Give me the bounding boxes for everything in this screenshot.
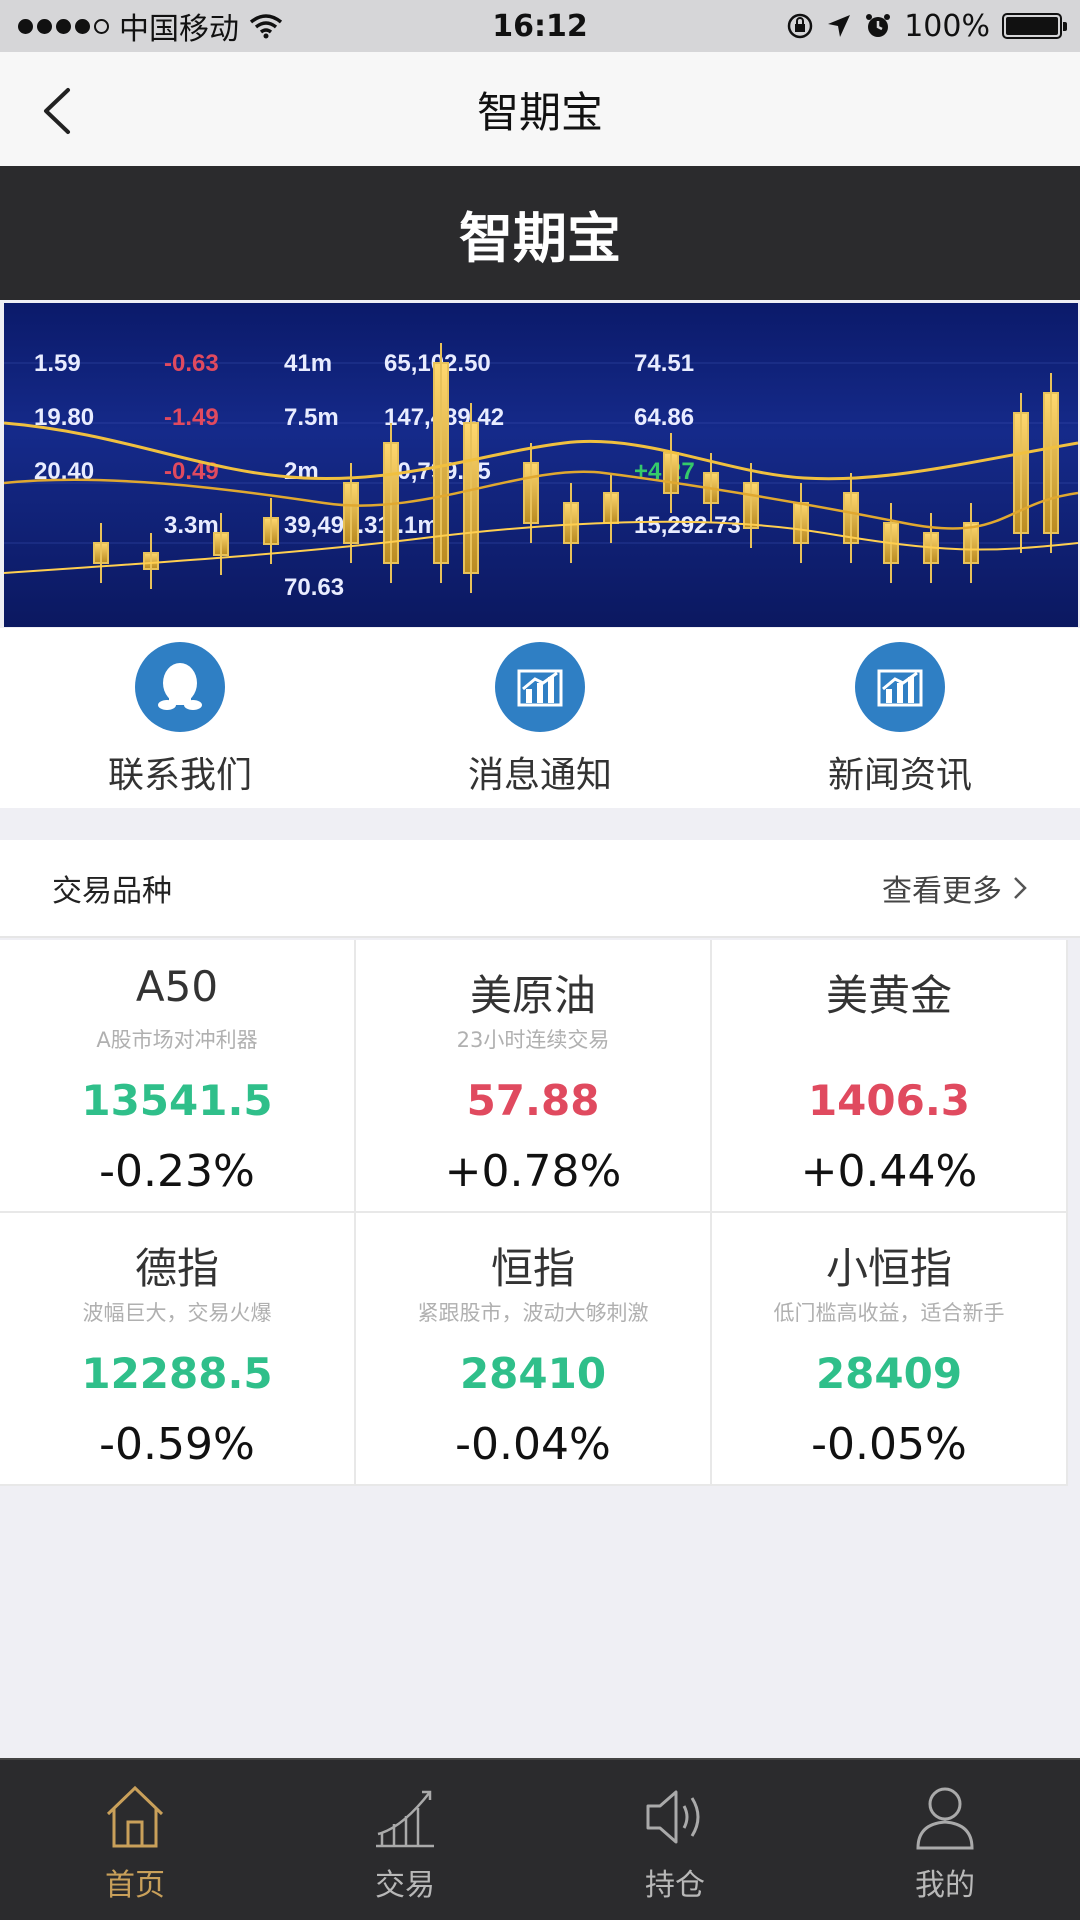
product-change: +0.44% xyxy=(800,1146,978,1197)
tab-me[interactable]: 我的 xyxy=(810,1760,1080,1920)
speaker-icon xyxy=(646,1790,700,1844)
product-price: 57.88 xyxy=(466,1076,600,1125)
chevron-right-icon xyxy=(1014,877,1027,899)
product-desc: 波幅巨大，交易火爆 xyxy=(82,1301,272,1325)
tab-label: 持仓 xyxy=(645,1868,705,1903)
banner-ticker-text: 7.5m xyxy=(284,404,339,431)
banner-ticker-text: 39,498.31 xyxy=(284,512,391,539)
product-name: 小恒指 xyxy=(825,1244,952,1293)
carrier-name: 中国移动 xyxy=(119,12,239,47)
banner-ticker-text: -0.49 xyxy=(164,458,219,485)
product-desc: 低门槛高收益，适合新手 xyxy=(773,1301,1005,1325)
product-desc: 紧跟股市，波动大够刺激 xyxy=(417,1301,649,1325)
status-left: 中国移动 xyxy=(18,4,283,48)
status-bar: 中国移动 16:12 100% xyxy=(0,0,1080,52)
product-card[interactable]: 恒指 紧跟股市，波动大够刺激 28410 -0.04% xyxy=(356,1213,712,1486)
product-card[interactable]: A50 A股市场对冲利器 13541.5 -0.23% xyxy=(0,940,356,1213)
product-change: -0.59% xyxy=(99,1419,255,1470)
battery-percent: 100% xyxy=(904,8,990,44)
product-name: A50 xyxy=(135,962,219,1011)
tab-label: 交易 xyxy=(375,1868,435,1903)
product-price: 13541.5 xyxy=(81,1076,273,1125)
product-change: -0.23% xyxy=(99,1146,255,1197)
product-price: 28409 xyxy=(815,1349,963,1398)
location-icon xyxy=(828,15,851,37)
banner-ticker-text: 2m xyxy=(284,458,319,485)
product-price: 28410 xyxy=(459,1349,607,1398)
view-more-label: 查看更多 xyxy=(882,874,1002,909)
shortcut-news[interactable]: 新闻资讯 xyxy=(720,628,1080,808)
product-price: 1406.3 xyxy=(807,1076,971,1125)
tab-positions[interactable]: 持仓 xyxy=(540,1760,810,1920)
product-name: 美黄金 xyxy=(825,971,952,1020)
product-desc: A股市场对冲利器 xyxy=(96,1028,258,1052)
nav-title: 智期宝 xyxy=(476,87,603,137)
product-card[interactable]: 德指 波幅巨大，交易火爆 12288.5 -0.59% xyxy=(0,1213,356,1486)
wifi-icon xyxy=(249,14,283,39)
product-price: 12288.5 xyxy=(81,1349,273,1398)
product-name: 恒指 xyxy=(490,1244,575,1293)
banner-ticker-text: -0.63 xyxy=(164,350,219,377)
tab-label: 我的 xyxy=(915,1868,975,1903)
rotation-lock-icon xyxy=(787,13,813,39)
home-icon xyxy=(106,1785,164,1848)
banner-ticker-text: 41m xyxy=(284,350,332,377)
shortcut-row: 联系我们 消息通知 新闻资讯 xyxy=(0,628,1080,808)
banner-ticker-text: -1.49 xyxy=(164,404,219,431)
qq-penguin-icon xyxy=(135,642,225,732)
banner-ticker-text: 1.59 xyxy=(34,350,81,377)
chart-icon xyxy=(855,642,945,732)
status-right: 100% xyxy=(786,8,1067,44)
product-change: -0.04% xyxy=(455,1419,611,1470)
tab-trade[interactable]: 交易 xyxy=(270,1760,540,1920)
product-card[interactable]: 美原油 23小时连续交易 57.88 +0.78% xyxy=(356,940,712,1213)
product-card[interactable]: 美黄金 1406.3 +0.44% xyxy=(712,940,1068,1213)
product-change: -0.05% xyxy=(811,1419,967,1470)
signal-strength-icon xyxy=(18,18,109,34)
tab-bar: 首页 交易 持仓 我的 xyxy=(0,1758,1080,1920)
banner-ticker-text: 74.51 xyxy=(634,350,694,377)
nav-bar: 智期宝 xyxy=(0,52,1080,166)
battery-icon xyxy=(1002,13,1067,39)
banner-image[interactable]: 1.59-0.6341m65,102.5074.5119.80-1.497.5m… xyxy=(4,303,1078,627)
product-grid: A50 A股市场对冲利器 13541.5 -0.23% 美原油 23小时连续交易… xyxy=(0,940,1068,1486)
shortcut-label: 消息通知 xyxy=(467,755,612,796)
brand-header: 智期宝 xyxy=(0,166,1080,300)
shortcut-notifications[interactable]: 消息通知 xyxy=(360,628,720,808)
alarm-icon xyxy=(866,14,891,37)
product-change: +0.78% xyxy=(444,1146,622,1197)
banner-ticker-text: 64.86 xyxy=(634,404,694,431)
banner-ticker-text: 70.63 xyxy=(284,574,344,601)
tab-label: 首页 xyxy=(105,1868,165,1903)
tab-home[interactable]: 首页 xyxy=(0,1760,270,1920)
product-name: 美原油 xyxy=(469,971,596,1020)
product-name: 德指 xyxy=(134,1244,219,1293)
shortcut-contact-us[interactable]: 联系我们 xyxy=(0,628,360,808)
product-desc: 23小时连续交易 xyxy=(456,1028,610,1052)
shortcut-label: 新闻资讯 xyxy=(827,755,972,796)
user-icon xyxy=(916,1787,974,1850)
view-more-link[interactable]: 查看更多 xyxy=(882,866,1028,910)
product-card[interactable]: 小恒指 低门槛高收益，适合新手 28409 -0.05% xyxy=(712,1213,1068,1486)
banner-ticker-text: 15,292.73 xyxy=(634,512,741,539)
stock-chart-graphic: 1.59-0.6341m65,102.5074.5119.80-1.497.5m… xyxy=(4,343,1078,601)
section-header: 交易品种 查看更多 xyxy=(0,840,1080,938)
chart-icon xyxy=(495,642,585,732)
trend-icon xyxy=(376,1790,434,1848)
banner-ticker-text: 3.3m xyxy=(164,512,219,539)
back-button[interactable] xyxy=(38,86,78,136)
shortcut-label: 联系我们 xyxy=(107,755,252,796)
brand-title: 智期宝 xyxy=(459,206,621,270)
section-title: 交易品种 xyxy=(52,874,172,909)
